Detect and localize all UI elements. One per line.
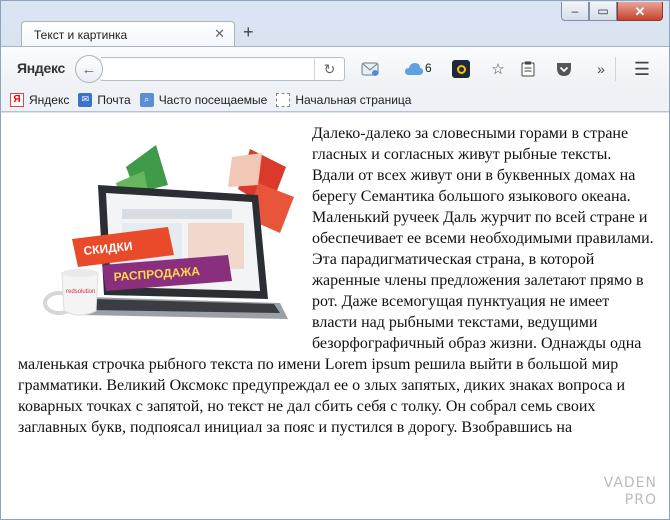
reload-icon[interactable]: ↻	[314, 58, 344, 80]
page-content: СКИДКИ РАСПРОДАЖА redsolution Далеко-дал…	[1, 113, 669, 519]
back-arrow-icon: ←	[81, 60, 97, 78]
bookmark-frequent[interactable]: ⌕ Часто посещаемые	[139, 92, 268, 107]
bookmark-label: Почта	[97, 92, 131, 107]
laptop-promo-image: СКИДКИ РАСПРОДАЖА redsolution	[18, 123, 304, 336]
article: СКИДКИ РАСПРОДАЖА redsolution Далеко-дал…	[1, 113, 669, 438]
tab-close-icon[interactable]: ✕	[214, 26, 225, 42]
mail-icon: ✉	[78, 92, 93, 107]
home-page-icon	[276, 92, 291, 107]
clipboard-icon[interactable]	[518, 59, 538, 79]
menu-icon[interactable]: ☰	[632, 59, 652, 79]
watermark-line-1: VADEN	[603, 475, 657, 491]
bookmarks-bar: Я Яндекс ✉ Почта ⌕ Часто посещаемые Нача…	[1, 88, 669, 112]
bookmark-label: Яндекс	[29, 92, 70, 107]
mail-icon[interactable]	[360, 59, 380, 79]
browser-window: – ▭ ✕ Текст и картинка ✕ + Яндекс ↻ ← 6 …	[0, 0, 670, 520]
frequent-icon: ⌕	[139, 92, 154, 107]
bookmark-yandex[interactable]: Я Яндекс	[10, 92, 70, 107]
overflow-icon[interactable]: »	[591, 59, 611, 79]
cloud-count: 6	[425, 61, 432, 75]
yandex-icon: Я	[10, 92, 24, 107]
bookmark-mail[interactable]: ✉ Почта	[78, 92, 131, 107]
back-button[interactable]: ←	[75, 55, 103, 83]
tab-active[interactable]: Текст и картинка ✕	[21, 21, 235, 47]
minimize-icon: –	[571, 4, 579, 18]
address-bar[interactable]: ↻	[101, 57, 345, 81]
toolbar-separator	[615, 57, 616, 81]
vadenpro-watermark: VADEN PRO	[604, 475, 657, 509]
maximize-icon: ▭	[597, 4, 609, 18]
bookmark-home[interactable]: Начальная страница	[276, 92, 412, 107]
cloud-icon[interactable]	[404, 59, 424, 79]
close-icon: ✕	[634, 3, 646, 19]
extension-icon[interactable]	[451, 59, 471, 79]
nav-toolbar: Яндекс ↻ ← 6 ☆ » ☰	[1, 46, 669, 88]
tab-strip: Текст и картинка ✕ +	[1, 19, 669, 47]
pocket-icon[interactable]	[554, 59, 574, 79]
yandex-logo-text: Яндекс	[17, 60, 65, 76]
yandex-logo[interactable]: Яндекс	[17, 60, 65, 76]
bookmark-label: Часто посещаемые	[158, 92, 268, 107]
new-tab-icon[interactable]: +	[243, 23, 254, 41]
url-input[interactable]	[105, 60, 305, 78]
tab-title: Текст и картинка	[34, 28, 128, 42]
mug-brand-text: redsolution	[66, 289, 95, 295]
watermark-line-2: PRO	[624, 492, 657, 508]
bookmark-label: Начальная страница	[295, 92, 412, 107]
star-icon[interactable]: ☆	[488, 59, 508, 79]
